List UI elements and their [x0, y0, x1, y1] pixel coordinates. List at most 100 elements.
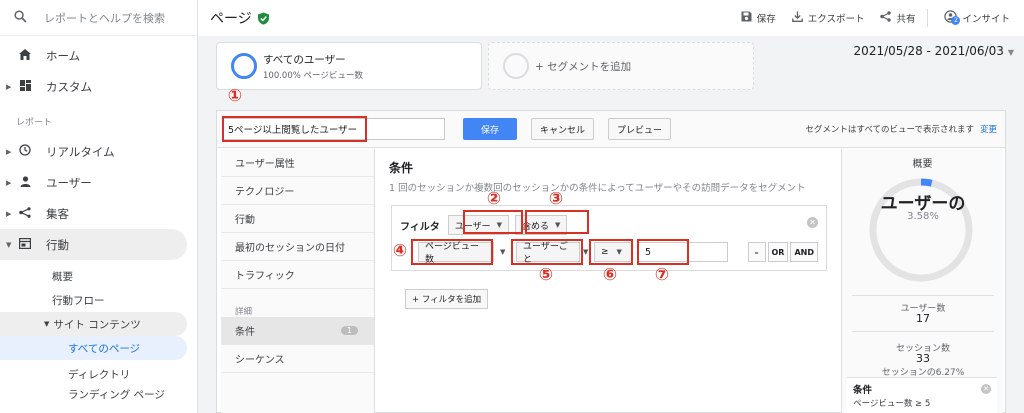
highlight-box-5	[511, 239, 583, 265]
close-condition-icon[interactable]: ✕	[981, 384, 991, 394]
sidebar-item-label: 行動	[46, 237, 69, 252]
condition-summary: 条件 ページビュー数 ≥ 5 ✕	[847, 377, 997, 413]
close-filter-icon[interactable]: ✕	[807, 217, 818, 228]
sidebar-sub-all-pages[interactable]: すべてのページ	[0, 336, 187, 360]
share-button[interactable]: 共有	[880, 11, 915, 25]
filter-label: フィルタ	[400, 221, 440, 233]
empty-circle-icon	[503, 53, 529, 79]
editor-tab-sequences[interactable]: シーケンス	[221, 345, 374, 373]
summary-title: 概要	[912, 159, 933, 170]
segment-cancel-button[interactable]: キャンセル	[531, 118, 595, 140]
page-title: ページ	[210, 8, 270, 28]
search-bar[interactable]: レポートとヘルプを検索	[0, 0, 197, 36]
segment-preview-button[interactable]: プレビュー	[608, 118, 672, 140]
visibility-note-text: セグメントはすべてのビューで表示されます	[805, 125, 974, 135]
chevron-right-icon: ▶	[6, 178, 12, 187]
sidebar-item-label: ユーザー	[46, 175, 92, 190]
sidebar-item-home[interactable]: ホーム	[0, 40, 197, 71]
export-label: エクスポート	[807, 14, 865, 25]
conditions-count-badge: 1	[340, 326, 358, 335]
conditions-panel: 条件 1 回のセッションか複数回のセッションかの条件によってユーザーやその訪問デ…	[389, 149, 841, 413]
segment-sub: 100.00% ページビュー数	[263, 70, 363, 81]
chevron-down-icon: ▼	[6, 240, 12, 249]
share-label: 共有	[896, 14, 916, 25]
save-report-button[interactable]: 保存	[741, 11, 776, 25]
sidebar-item-label: ホーム	[46, 48, 81, 63]
download-icon	[791, 11, 803, 25]
editor-tab-behavior[interactable]: 行動	[221, 205, 374, 233]
users-value: 17	[916, 312, 930, 325]
sidebar-item-users[interactable]: ▶ ユーザー	[0, 167, 197, 198]
add-segment-button[interactable]: + セグメントを追加	[488, 42, 754, 90]
insight-button[interactable]: 2 インサイト	[944, 10, 1010, 26]
annotation-2: ②	[486, 189, 502, 209]
highlight-box-7	[637, 239, 689, 265]
visibility-note: セグメントはすべてのビューで表示されます 変更	[805, 123, 1005, 135]
summary-panel: 概要 ユーザーの 3.58% ユーザー数 17 セッション数 33 セッションの…	[841, 149, 1003, 413]
sidebar-item-custom[interactable]: ▶ カスタム	[0, 71, 197, 102]
annotation-1: ①	[227, 86, 243, 106]
sidebar-sub-label: サイト コンテンツ	[53, 318, 141, 331]
sidebar-item-acquisition[interactable]: ▶ 集客	[0, 198, 197, 229]
annotation-5: ⑤	[538, 265, 554, 285]
sidebar-sub-overview[interactable]: 概要	[0, 264, 197, 288]
search-placeholder: レポートとヘルプを検索	[44, 11, 165, 25]
add-filter-button[interactable]: + フィルタを追加	[405, 289, 489, 309]
highlight-box-2	[463, 210, 523, 234]
date-range-picker[interactable]: 2021/05/28 - 2021/06/03 ▼	[854, 44, 1014, 58]
sidebar-item-behavior[interactable]: ▼ 行動	[0, 229, 187, 260]
condition-summary-desc: ページビュー数 ≥ 5	[853, 399, 931, 409]
editor-tab-traffic[interactable]: トラフィック	[221, 261, 374, 289]
export-button[interactable]: エクスポート	[791, 11, 865, 25]
donut-percent: 3.58%	[907, 211, 939, 222]
or-button[interactable]: OR	[767, 242, 789, 262]
person-icon	[18, 175, 32, 190]
section-label-reports: レポート	[16, 117, 53, 128]
editor-tab-technology[interactable]: テクノロジー	[221, 177, 374, 205]
save-report-label: 保存	[756, 14, 776, 25]
annotation-3: ③	[548, 189, 564, 209]
highlight-box-1	[222, 116, 367, 142]
segment-all-users[interactable]: すべてのユーザー 100.00% ページビュー数	[216, 42, 482, 90]
change-link[interactable]: 変更	[980, 125, 997, 135]
dropdown-arrow-icon: ▼	[583, 248, 589, 256]
condition-summary-title: 条件	[853, 385, 873, 396]
sidebar-sub-landing-pages[interactable]: ランディング ページ	[0, 386, 197, 413]
dropdown-arrow-icon: ▼	[500, 248, 506, 256]
home-icon	[18, 48, 32, 63]
segment-name-input[interactable]: 5ページ以上閲覧したユーザー	[222, 116, 445, 142]
behavior-icon	[18, 237, 32, 252]
date-range-text: 2021/05/28 - 2021/06/03	[853, 44, 1004, 58]
sidebar-sub-directory[interactable]: ディレクトリ	[0, 362, 197, 386]
dashboard-icon	[18, 79, 32, 94]
segment-save-button[interactable]: 保存	[463, 118, 517, 140]
sidebar-item-label: カスタム	[46, 79, 92, 94]
conditions-title: 条件	[389, 161, 414, 175]
toolbar: 保存 エクスポート 共有 2 インサイト	[725, 0, 1024, 36]
share-icon	[880, 11, 892, 25]
clock-icon	[18, 144, 32, 159]
segment-name: すべてのユーザー	[263, 53, 346, 66]
acquisition-icon	[18, 206, 32, 221]
sidebar-sub-behavior-flow[interactable]: 行動フロー	[0, 288, 197, 312]
remove-condition-button[interactable]: –	[747, 242, 766, 262]
and-button[interactable]: AND	[790, 242, 818, 262]
dropdown-arrow-icon: ▼	[1007, 48, 1014, 57]
sidebar: レポートとヘルプを検索 ホーム ▶ カスタム レポート ▶ リアルタイム ▶ ユ…	[0, 0, 198, 413]
editor-tab-conditions[interactable]: 条件 1	[221, 317, 374, 345]
page-header: ページ 保存 エクスポート 共有 2 インサイト	[198, 0, 1024, 36]
editor-tab-first-session[interactable]: 最初のセッションの日付	[221, 233, 374, 261]
chevron-down-icon: ▼	[44, 320, 50, 328]
editor-tab-demographics[interactable]: ユーザー属性	[221, 149, 374, 177]
editor-sidebar: ユーザー属性 テクノロジー 行動 最初のセッションの日付 トラフィック 詳細 条…	[221, 149, 375, 413]
sidebar-item-label: 集客	[46, 206, 69, 221]
sidebar-item-label: リアルタイム	[46, 144, 115, 159]
page-title-text: ページ	[210, 11, 252, 27]
chevron-right-icon: ▶	[6, 147, 12, 156]
highlight-box-6	[589, 239, 633, 265]
sidebar-item-realtime[interactable]: ▶ リアルタイム	[0, 136, 197, 167]
insight-icon: 2	[944, 10, 961, 26]
sidebar-sub-site-content[interactable]: ▼ サイト コンテンツ	[0, 312, 187, 336]
verified-shield-icon	[257, 12, 270, 25]
summary-divider	[852, 331, 994, 332]
